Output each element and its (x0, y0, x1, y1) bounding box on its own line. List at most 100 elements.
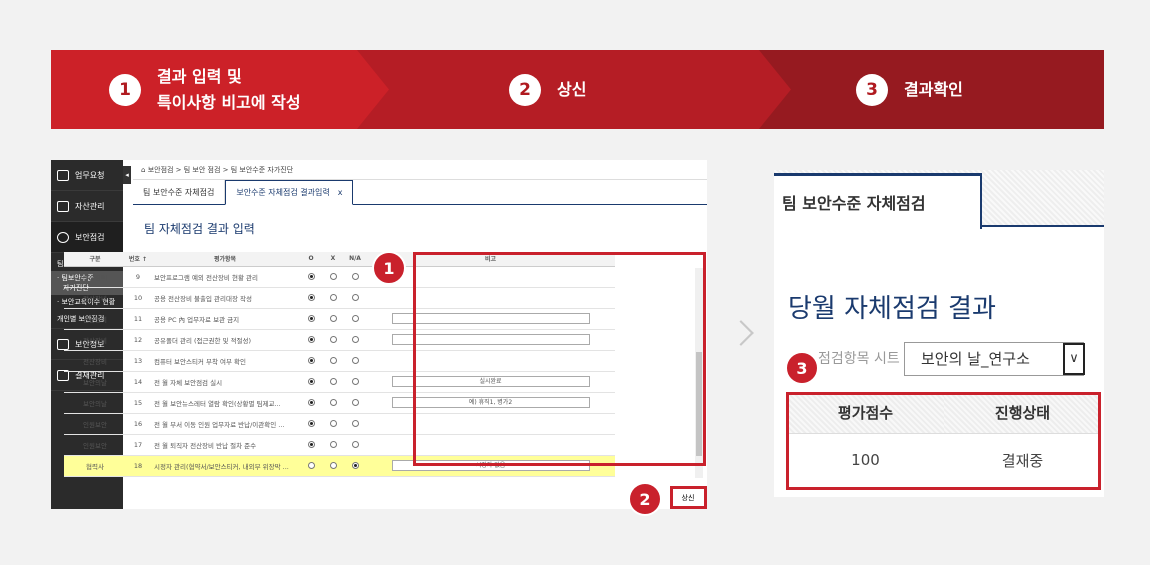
radio-cell (344, 413, 366, 435)
page-title: 팀 자체점검 결과 입력 (144, 222, 255, 236)
radio-x[interactable] (329, 462, 337, 469)
radio-cell (322, 329, 344, 351)
radio-na[interactable] (351, 399, 359, 406)
item-cell: 전 월 퇴직자 전산장비 반납 절차 준수 (150, 434, 300, 456)
number-cell: 10 (126, 287, 150, 309)
request-icon (57, 169, 69, 181)
radio-cell (322, 350, 344, 372)
radio-x[interactable] (329, 378, 337, 385)
sheet-select[interactable]: 보안의 날_연구소 ∨ (904, 342, 1085, 376)
col-x: X (322, 252, 344, 267)
radio-x[interactable] (329, 399, 337, 406)
cat-cell: 인원보안 (64, 413, 126, 435)
radio-cell (344, 350, 366, 372)
radio-na[interactable] (351, 357, 359, 364)
radio-cell (322, 308, 344, 330)
step-number: 1 (109, 73, 141, 106)
radio-o[interactable] (307, 357, 315, 364)
radio-o[interactable] (307, 315, 315, 322)
number-cell: 13 (126, 350, 150, 372)
col-item: 평가항목 (150, 252, 300, 267)
radio-na[interactable] (351, 441, 359, 448)
item-cell: 전 월 자체 보안점검 실시 (150, 371, 300, 393)
highlight-submit (670, 486, 707, 509)
close-icon[interactable]: x (338, 188, 343, 197)
sidebar-item-inspect[interactable]: 보안점검 (51, 222, 123, 253)
radio-x[interactable] (329, 273, 337, 280)
radio-na[interactable] (351, 315, 359, 322)
breadcrumb: ⌂ 보안점검 > 팀 보안 점검 > 팀 보안수준 자가진단 (133, 160, 707, 180)
radio-na[interactable] (351, 462, 359, 469)
radio-o[interactable] (307, 462, 315, 469)
radio-cell (322, 413, 344, 435)
col-number[interactable]: 번호 ↑ (126, 252, 150, 267)
radio-cell (300, 308, 322, 330)
radio-cell (322, 287, 344, 309)
col-na: N/A (344, 252, 366, 267)
radio-o[interactable] (307, 294, 315, 301)
radio-x[interactable] (329, 420, 337, 427)
col-category: 구분 (64, 252, 126, 267)
sidebar-collapse-button[interactable]: ◂ (123, 166, 131, 184)
tab-selfcheck-result[interactable]: 팀 보안수준 자체점검 (774, 173, 982, 229)
radio-cell (322, 455, 344, 477)
callout-badge-2: 2 (628, 482, 662, 516)
radio-na[interactable] (351, 273, 359, 280)
radio-cell (344, 371, 366, 393)
radio-o[interactable] (307, 336, 315, 343)
item-cell: 전 월 부서 이동 인원 업무자료 반납/이관확인 ... (150, 413, 300, 435)
radio-na[interactable] (351, 378, 359, 385)
radio-na[interactable] (351, 420, 359, 427)
radio-o[interactable] (307, 420, 315, 427)
radio-cell (344, 455, 366, 477)
number-cell: 11 (126, 308, 150, 330)
item-cell: 공유폴더 관리 (접근권한 및 적절성) (150, 329, 300, 351)
number-cell: 17 (126, 434, 150, 456)
radio-cell (344, 287, 366, 309)
callout-badge-1: 1 (372, 251, 406, 285)
radio-na[interactable] (351, 294, 359, 301)
chevron-right-icon (728, 320, 754, 346)
cat-cell: 전산장비 (64, 266, 126, 288)
radio-o[interactable] (307, 273, 315, 280)
result-screen: 팀 보안수준 자체점검 당월 자체점검 결과 점검항목 시트 보안의 날_연구소… (774, 170, 1104, 497)
radio-cell (300, 329, 322, 351)
number-cell: 9 (126, 266, 150, 288)
radio-cell (344, 308, 366, 330)
cat-cell: 보안의날 (64, 371, 126, 393)
step-number: 2 (509, 73, 541, 106)
chevron-down-icon[interactable]: ∨ (1063, 343, 1085, 375)
radio-o[interactable] (307, 378, 315, 385)
step-label: 상신 (557, 79, 587, 99)
radio-cell (322, 371, 344, 393)
number-cell: 12 (126, 329, 150, 351)
radio-cell (322, 434, 344, 456)
step-3: 3 결과확인 (856, 50, 963, 129)
tab-result-input[interactable]: 보안수준 자체점검 결과입력 x (225, 180, 354, 205)
item-cell: 컴퓨터 보안스티커 부착 여부 확인 (150, 350, 300, 372)
radio-cell (300, 287, 322, 309)
tab-bar: 팀 보안수준 자체점검 보안수준 자체점검 결과입력 x (133, 180, 707, 205)
sheet-label: 점검항목 시트 (818, 351, 900, 367)
step-label: 결과 입력 및 특이사항 비고에 작성 (157, 66, 301, 112)
sidebar-item-assets[interactable]: 자산관리 (51, 191, 123, 222)
radio-o[interactable] (307, 441, 315, 448)
col-o: O (300, 252, 322, 267)
radio-o[interactable] (307, 399, 315, 406)
step-number: 3 (856, 73, 888, 106)
radio-cell (300, 392, 322, 414)
home-icon[interactable]: ⌂ (141, 166, 145, 174)
radio-x[interactable] (329, 336, 337, 343)
radio-x[interactable] (329, 441, 337, 448)
radio-x[interactable] (329, 315, 337, 322)
cat-cell: 인원보안 (64, 434, 126, 456)
radio-na[interactable] (351, 336, 359, 343)
radio-cell (300, 455, 322, 477)
radio-cell (344, 434, 366, 456)
sidebar-item-request[interactable]: 업무요청 (51, 160, 123, 191)
cat-cell: 전산장비 (64, 308, 126, 330)
radio-x[interactable] (329, 294, 337, 301)
tab-selfcheck[interactable]: 팀 보안수준 자체점검 (133, 180, 226, 204)
radio-x[interactable] (329, 357, 337, 364)
number-cell: 14 (126, 371, 150, 393)
